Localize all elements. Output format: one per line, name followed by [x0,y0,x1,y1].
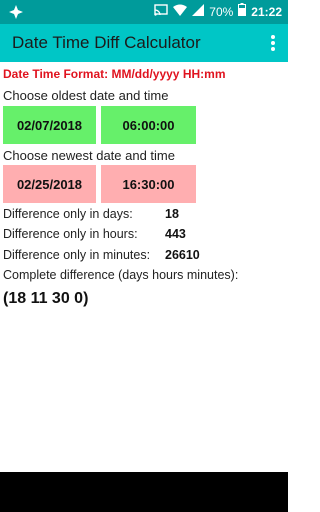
date-format-hint: Date Time Format: MM/dd/yyyy HH:mm [3,67,226,81]
days-value: 18 [165,207,179,221]
newest-label: Choose newest date and time [3,148,175,163]
complete-difference-label: Complete difference (days hours minutes)… [3,268,239,282]
days-label: Difference only in days: [3,207,133,221]
minutes-label: Difference only in minutes: [3,248,151,262]
app-title: Date Time Diff Calculator [12,33,201,52]
overflow-menu-icon[interactable] [268,33,278,53]
status-bar: 70% 21:22 [0,0,288,24]
complete-difference-value: (18 11 30 0) [3,290,89,307]
oldest-time-button[interactable]: 06:00:00 [101,106,196,144]
hours-value: 443 [165,227,186,241]
battery-percent: 70% [209,5,234,19]
app-notification-icon [8,4,24,20]
app-bar: Date Time Diff Calculator [0,24,288,62]
status-icons: 70% 21:22 [154,0,282,24]
wifi-icon [173,3,188,21]
hours-label: Difference only in hours: [3,227,138,241]
signal-icon [192,3,205,21]
minutes-value: 26610 [165,248,200,262]
battery-icon [238,3,247,21]
oldest-date-button[interactable]: 02/07/2018 [3,106,96,144]
oldest-label: Choose oldest date and time [3,88,169,103]
navigation-bar [0,472,288,512]
newest-date-button[interactable]: 02/25/2018 [3,165,96,203]
status-time: 21:22 [251,5,282,19]
newest-time-button[interactable]: 16:30:00 [101,165,196,203]
cast-icon [154,3,168,21]
